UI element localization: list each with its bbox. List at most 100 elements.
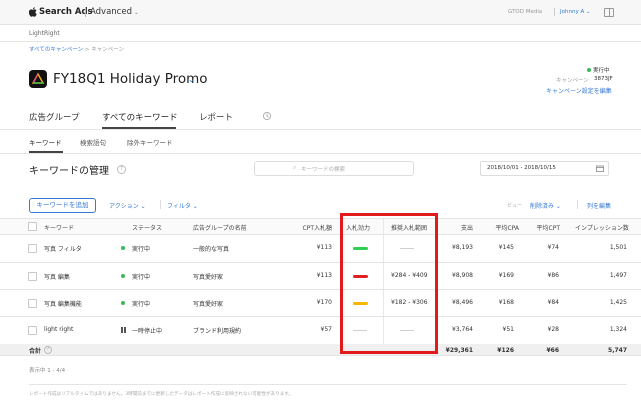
view-selector[interactable]: 削除済み ⌄ bbox=[530, 201, 561, 210]
product-selector[interactable]: Advanced ⌄ bbox=[90, 7, 139, 17]
history-icon[interactable] bbox=[262, 111, 272, 121]
subtab-keywords[interactable]: キーワード bbox=[29, 137, 62, 147]
total-impressions: 5,747 bbox=[608, 347, 627, 354]
breadcrumb-separator: > bbox=[84, 47, 90, 53]
row-spend: ¥8,496 bbox=[452, 298, 473, 306]
pause-icon bbox=[121, 327, 126, 333]
row-keyword[interactable]: 写真 フィルタ bbox=[44, 244, 82, 253]
row-adgroup: 写真愛好家 bbox=[193, 273, 224, 281]
breadcrumb-all-campaigns[interactable]: すべてのキャンペーン bbox=[29, 47, 83, 53]
app-icon bbox=[29, 70, 47, 88]
user-menu[interactable]: Johnny A ⌄ bbox=[560, 9, 591, 15]
edit-columns-link[interactable]: 列を編集 bbox=[587, 201, 611, 210]
row-spend: ¥8,908 bbox=[452, 271, 473, 279]
row-cpt-bid[interactable]: ¥113 bbox=[302, 272, 332, 279]
subtab-negative-keywords[interactable]: 除外キーワード bbox=[127, 137, 173, 147]
view-value: 削除済み bbox=[530, 203, 555, 210]
sidebar-toggle-icon[interactable] bbox=[604, 8, 614, 17]
row-spend: ¥3,764 bbox=[452, 326, 473, 333]
campaign-switch-chevron-icon[interactable]: ⌄ bbox=[188, 75, 195, 84]
campaign-id: 3873JF bbox=[594, 76, 613, 82]
row-status: 実行中 bbox=[132, 300, 151, 308]
row-impressions: 1,497 bbox=[609, 271, 627, 279]
row-status: 一時停止中 bbox=[132, 328, 163, 335]
subtab-search-terms[interactable]: 検索語句 bbox=[80, 137, 106, 147]
divider bbox=[0, 129, 641, 130]
org-divider bbox=[554, 8, 555, 16]
select-all-checkbox[interactable] bbox=[28, 222, 37, 231]
row-adgroup: 一般的な写真 bbox=[193, 246, 230, 253]
prism-logo-icon bbox=[31, 72, 45, 84]
campaign-id-label: キャンペーン bbox=[556, 78, 589, 84]
row-keyword[interactable]: light right bbox=[44, 326, 73, 333]
header-avg-cpa[interactable]: 平均CPA bbox=[495, 223, 519, 232]
row-keyword[interactable]: 写真 編集機能 bbox=[44, 299, 82, 308]
actions-menu[interactable]: アクション ⌄ bbox=[109, 201, 146, 210]
app-selector[interactable]: LightRight bbox=[29, 30, 60, 37]
row-cpt-bid[interactable]: ¥113 bbox=[302, 244, 332, 251]
highlight-box bbox=[340, 213, 438, 354]
row-avg-cpt: ¥28 bbox=[547, 326, 559, 333]
actions-label: アクション bbox=[109, 203, 139, 210]
breadcrumb-current: キャンペーン bbox=[91, 47, 124, 53]
toolbar-divider bbox=[577, 200, 578, 209]
total-label: 合計 bbox=[29, 348, 42, 355]
row-cpt-bid[interactable]: ¥57 bbox=[302, 326, 332, 333]
help-icon[interactable]: ? bbox=[117, 165, 126, 174]
row-avg-cpt: ¥74 bbox=[547, 244, 559, 251]
total-avg-cpt: ¥66 bbox=[546, 347, 559, 354]
search-input[interactable]: ⌕ キーワードの検索 bbox=[254, 161, 414, 176]
toolbar-divider bbox=[160, 200, 161, 209]
row-checkbox[interactable] bbox=[28, 271, 37, 281]
date-range: 2018/10/01 - 2018/10/15 bbox=[487, 165, 556, 171]
divider bbox=[0, 355, 641, 356]
header-spend[interactable]: 支出 bbox=[455, 223, 473, 232]
pagination-info: 表示中 1 - 4/4 bbox=[29, 368, 66, 374]
brand-divider bbox=[85, 7, 86, 17]
campaign-title: FY18Q1 Holiday Promo bbox=[53, 71, 208, 87]
search-placeholder: キーワードの検索 bbox=[301, 167, 346, 173]
row-spend: ¥8,193 bbox=[452, 244, 473, 251]
product-label: Advanced bbox=[90, 7, 132, 17]
tab-ad-groups[interactable]: 広告グループ bbox=[29, 111, 80, 123]
chevron-down-icon: ⌄ bbox=[138, 203, 146, 210]
row-checkbox[interactable] bbox=[28, 298, 37, 308]
status-dot-icon bbox=[587, 68, 591, 72]
view-label: ビュー bbox=[507, 203, 523, 209]
add-keyword-button[interactable]: キーワードを追加 bbox=[29, 198, 96, 213]
divider bbox=[29, 384, 627, 385]
header-avg-cpt[interactable]: 平均CPT bbox=[535, 223, 560, 232]
help-icon[interactable]: ? bbox=[44, 346, 52, 354]
chevron-down-icon: ⌄ bbox=[554, 203, 561, 210]
status-dot-icon bbox=[121, 246, 125, 250]
header-adgroup[interactable]: 広告グループの名前 bbox=[193, 223, 247, 232]
divider bbox=[0, 153, 641, 154]
row-checkbox[interactable] bbox=[28, 244, 37, 253]
row-avg-cpa: ¥145 bbox=[498, 244, 514, 251]
tab-all-keywords[interactable]: すべてのキーワード bbox=[102, 111, 178, 123]
row-avg-cpt: ¥86 bbox=[547, 271, 559, 279]
header-cpt-bid[interactable]: CPT入札額 bbox=[302, 223, 332, 232]
row-adgroup: 写真愛好家 bbox=[193, 300, 224, 308]
row-cpt-bid[interactable]: ¥170 bbox=[302, 299, 332, 306]
row-impressions: 1,501 bbox=[609, 244, 627, 251]
row-avg-cpt: ¥84 bbox=[547, 298, 559, 306]
search-icon: ⌕ bbox=[293, 164, 297, 171]
row-avg-cpa: ¥168 bbox=[498, 298, 514, 306]
row-checkbox[interactable] bbox=[28, 326, 37, 335]
chevron-down-icon: ⌄ bbox=[190, 203, 198, 210]
date-range-picker[interactable]: 2018/10/01 - 2018/10/15 bbox=[480, 161, 609, 176]
edit-campaign-settings-link[interactable]: キャンペーン設定を編集 bbox=[546, 86, 612, 95]
header-status[interactable]: ステータス bbox=[132, 223, 162, 232]
row-keyword[interactable]: 写真 編集 bbox=[44, 272, 70, 281]
filter-menu[interactable]: フィルタ ⌄ bbox=[167, 201, 198, 210]
header-impressions[interactable]: インプレッション数 bbox=[575, 223, 629, 232]
row-adgroup: ブランド利用規約 bbox=[193, 328, 242, 335]
chevron-down-icon: ⌄ bbox=[584, 9, 591, 15]
status-dot-icon bbox=[121, 273, 125, 278]
tab-reports[interactable]: レポート bbox=[199, 111, 233, 123]
row-status: 実行中 bbox=[132, 273, 151, 281]
divider bbox=[0, 41, 641, 42]
header-keyword[interactable]: キーワード bbox=[44, 223, 74, 232]
campaign-status: 実行中 bbox=[593, 68, 610, 74]
